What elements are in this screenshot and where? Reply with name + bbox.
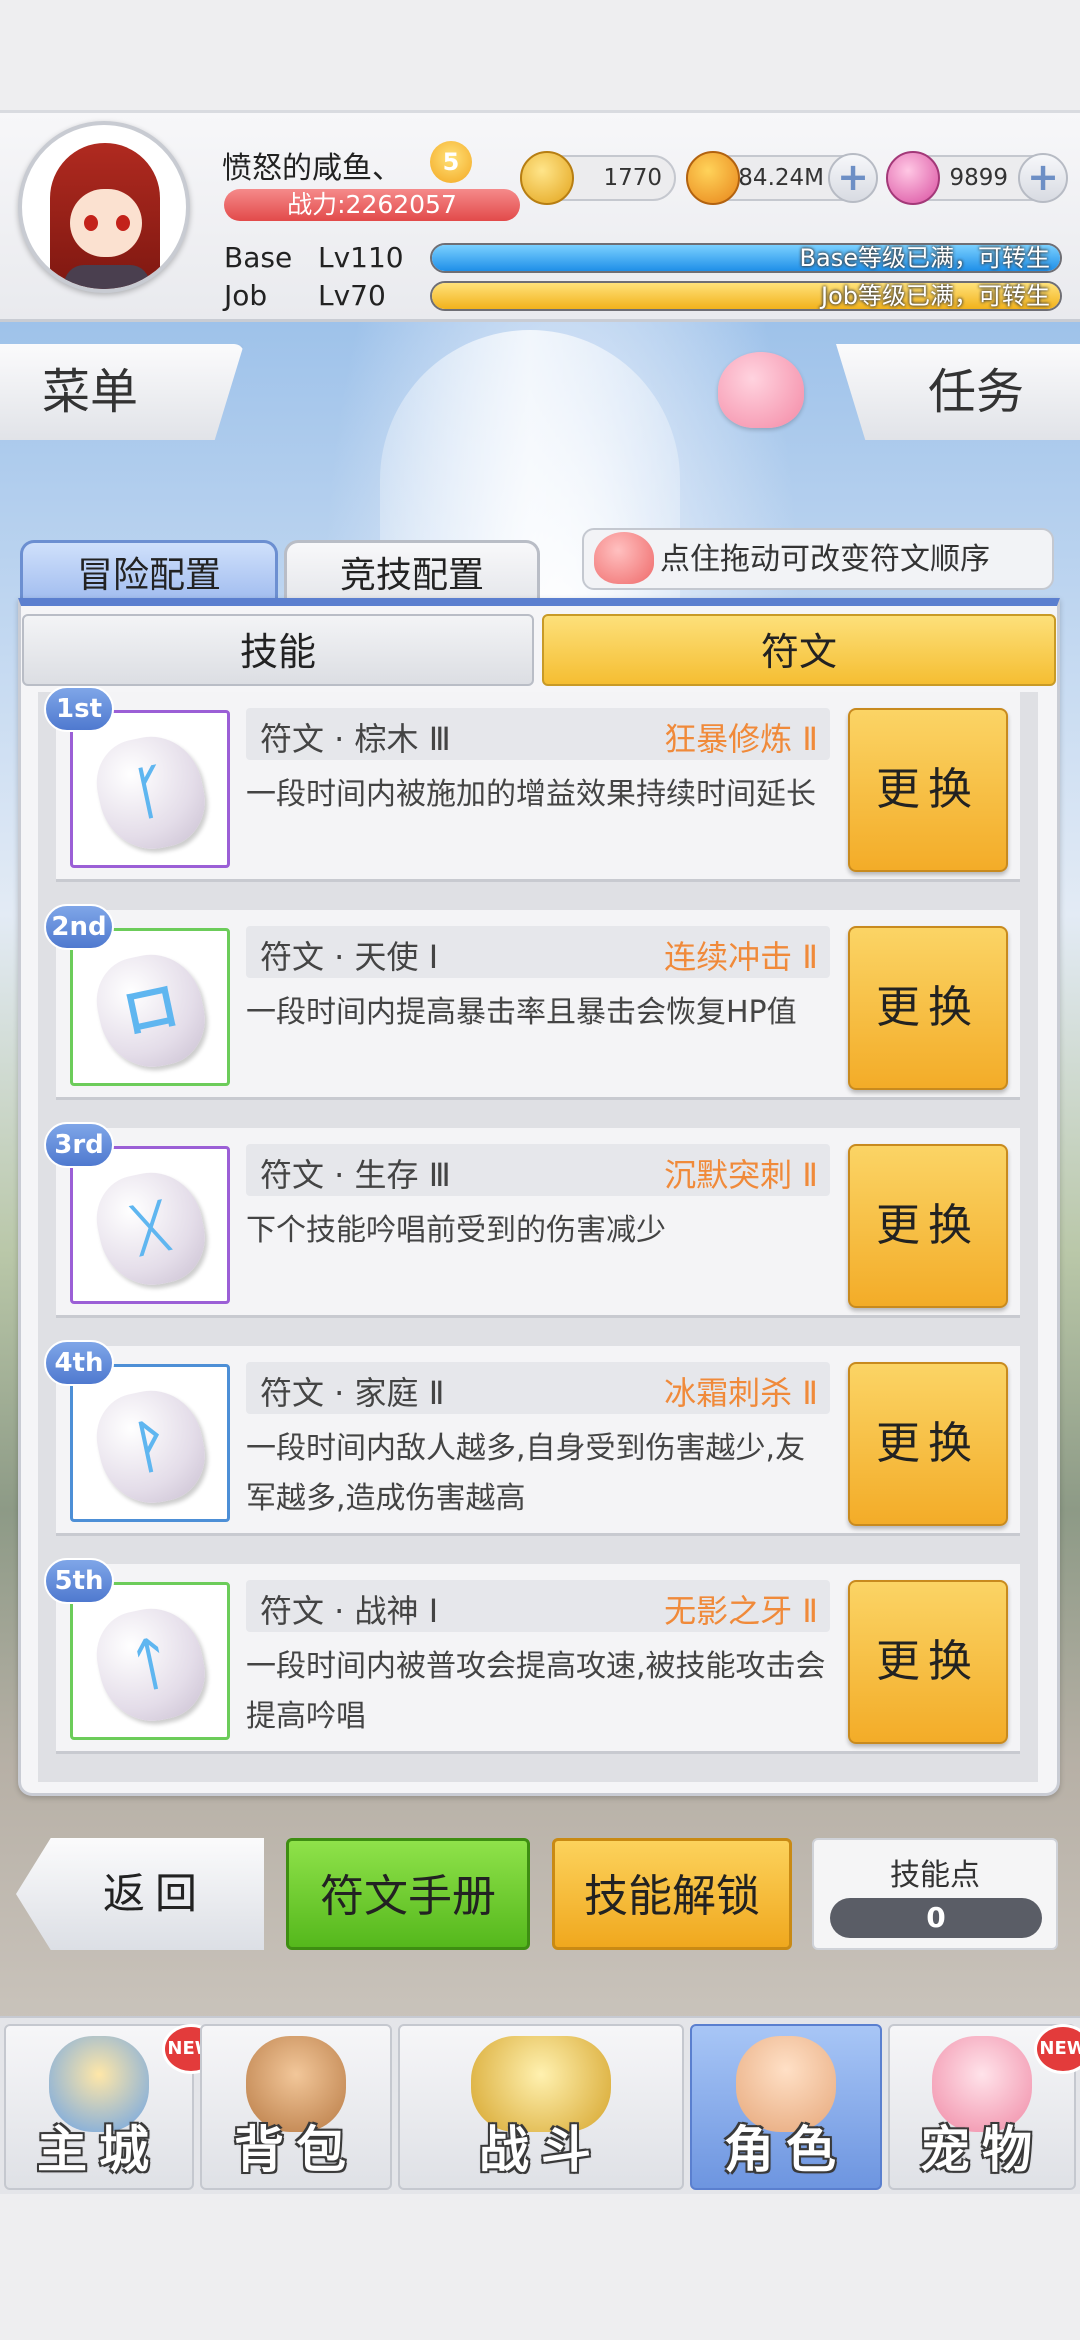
skill-points-label: 技能点 bbox=[890, 1858, 980, 1893]
tab-skills[interactable]: 技能 bbox=[22, 614, 534, 686]
rune-skill: 连续冲击 Ⅱ bbox=[664, 938, 818, 976]
nav-label: 宠物 bbox=[920, 2121, 1044, 2179]
tab-runes[interactable]: 符文 bbox=[542, 614, 1056, 686]
add-gold-button[interactable]: + bbox=[828, 153, 878, 203]
base-exp-bar: Base等级已满，可转生 bbox=[430, 243, 1062, 273]
rune-stone-icon: ᚹ bbox=[88, 1381, 214, 1513]
gem-icon bbox=[886, 151, 940, 205]
rune-name: 符文 · 家庭 Ⅱ bbox=[260, 1374, 445, 1412]
nav-item-main-city[interactable]: 主城 NEW bbox=[4, 2024, 220, 2190]
bottom-nav: 主城 NEW 背包 战斗 角色 宠物 NEW bbox=[0, 2016, 1080, 2194]
nav-label: 背包 bbox=[234, 2121, 358, 2179]
nav-item-character[interactable]: 角色 bbox=[690, 2024, 882, 2190]
change-rune-button[interactable]: 更换 bbox=[848, 708, 1008, 872]
base-level: Lv110 bbox=[318, 241, 404, 274]
bottom-safe-area bbox=[0, 2194, 1080, 2340]
rune-stone-icon: ᚷ bbox=[88, 1163, 214, 1295]
rune-manual-button[interactable]: 符文手册 bbox=[286, 1838, 530, 1950]
rune-row[interactable]: ᚴ 1st 符文 · 棕木 Ⅲ 狂暴修炼 Ⅱ 一段时间内被施加的增益效果持续时间延… bbox=[44, 686, 1020, 882]
rune-row[interactable]: ᚷ 3rd 符文 · 生存 Ⅲ 沉默突刺 Ⅱ 下个技能吟唱前受到的伤害减少 更换 bbox=[44, 1122, 1020, 1318]
rune-row[interactable]: ロ 2nd 符文 · 天使 Ⅰ 连续冲击 Ⅱ 一段时间内提高暴击率且暴击会恢复HP… bbox=[44, 904, 1020, 1100]
rune-description: 下个技能吟唱前受到的伤害减少 bbox=[246, 1213, 666, 1248]
tab-arena-config[interactable]: 竞技配置 bbox=[284, 540, 540, 604]
rune-row[interactable]: ᚹ 4th 符文 · 家庭 Ⅱ 冰霜刺杀 Ⅱ 一段时间内敌人越多,自身受到伤害越少… bbox=[44, 1340, 1020, 1536]
gem-counter: 9899 + bbox=[886, 151, 1068, 205]
change-rune-button[interactable]: 更换 bbox=[848, 1362, 1008, 1526]
base-label: Base bbox=[224, 241, 293, 274]
rune-skill: 冰霜刺杀 Ⅱ bbox=[664, 1374, 818, 1412]
change-rune-button[interactable]: 更换 bbox=[848, 1144, 1008, 1308]
nav-label: 主城 bbox=[37, 2121, 161, 2179]
rune-slot[interactable]: ᚷ bbox=[70, 1146, 230, 1304]
rune-name: 符文 · 天使 Ⅰ bbox=[260, 938, 439, 976]
rune-stone-icon: ᚴ bbox=[88, 727, 214, 859]
rune-stone-icon: ロ bbox=[88, 945, 214, 1077]
vip-badge-icon[interactable]: 5 bbox=[430, 141, 472, 183]
rune-name: 符文 · 棕木 Ⅲ bbox=[260, 720, 451, 758]
rune-rank-badge: 5th bbox=[44, 1558, 114, 1604]
poring-pet-icon[interactable] bbox=[718, 352, 804, 428]
new-badge: NEW bbox=[1034, 2024, 1080, 2074]
rune-slot[interactable]: ᚹ bbox=[70, 1364, 230, 1522]
rune-rank-badge: 2nd bbox=[44, 904, 114, 950]
change-rune-button[interactable]: 更换 bbox=[848, 1580, 1008, 1744]
player-header: 愤怒的咸鱼、 5 战力:2262057 1770 84.24M + 9899 +… bbox=[0, 110, 1080, 322]
quest-button[interactable]: 任务 bbox=[836, 344, 1080, 440]
menu-button[interactable]: 菜单 bbox=[0, 344, 244, 440]
rune-rank-badge: 3rd bbox=[44, 1122, 114, 1168]
tab-adventure-config[interactable]: 冒险配置 bbox=[20, 540, 278, 604]
add-gem-button[interactable]: + bbox=[1018, 153, 1068, 203]
rune-description: 一段时间内敌人越多,自身受到伤害越少,友军越多,造成伤害越高 bbox=[246, 1431, 806, 1516]
job-exp-bar: Job等级已满，可转生 bbox=[430, 281, 1062, 311]
gold-pouch-icon bbox=[686, 151, 740, 205]
rune-name: 符文 · 生存 Ⅲ bbox=[260, 1156, 451, 1194]
rune-row[interactable]: ᛏ 5th 符文 · 战神 Ⅰ 无影之牙 Ⅱ 一段时间内被普攻会提高攻速,被技能攻… bbox=[44, 1558, 1020, 1754]
rune-skill: 沉默突刺 Ⅱ bbox=[664, 1156, 818, 1194]
rune-rank-badge: 4th bbox=[44, 1340, 114, 1386]
player-avatar[interactable] bbox=[18, 121, 190, 293]
job-exp-text: Job等级已满，可转生 bbox=[821, 282, 1050, 310]
skill-points-box: 技能点 0 bbox=[812, 1838, 1058, 1950]
nav-label: 战斗 bbox=[479, 2121, 603, 2179]
gold-counter: 84.24M + bbox=[686, 151, 878, 205]
skill-unlock-button[interactable]: 技能解锁 bbox=[552, 1838, 792, 1950]
rune-name: 符文 · 战神 Ⅰ bbox=[260, 1592, 439, 1630]
zeny-value: 1770 bbox=[603, 165, 662, 191]
rune-slot[interactable]: ロ bbox=[70, 928, 230, 1086]
rune-slot[interactable]: ᚴ bbox=[70, 710, 230, 868]
gem-value: 9899 bbox=[949, 165, 1008, 191]
back-button[interactable]: 返回 bbox=[16, 1838, 264, 1950]
job-level: Lv70 bbox=[318, 279, 386, 312]
zeny-coin-icon bbox=[520, 151, 574, 205]
skill-points-value: 0 bbox=[830, 1898, 1042, 1938]
base-exp-text: Base等级已满，可转生 bbox=[799, 244, 1050, 272]
rune-list[interactable]: ᚴ 1st 符文 · 棕木 Ⅲ 狂暴修炼 Ⅱ 一段时间内被施加的增益效果持续时间延… bbox=[38, 686, 1038, 1782]
rune-skill: 狂暴修炼 Ⅱ bbox=[664, 720, 818, 758]
nav-label: 角色 bbox=[724, 2121, 848, 2179]
rune-description: 一段时间内被施加的增益效果持续时间延长 bbox=[246, 777, 816, 812]
rune-stone-icon: ᛏ bbox=[88, 1599, 214, 1731]
rune-rank-badge: 1st bbox=[44, 686, 114, 732]
zeny-counter: 1770 bbox=[520, 151, 676, 205]
rune-description: 一段时间内提高暴击率且暴击会恢复HP值 bbox=[246, 995, 797, 1030]
job-label: Job bbox=[224, 279, 268, 312]
combat-power: 战力:2262057 bbox=[224, 189, 520, 221]
nav-item-pet[interactable]: 宠物 NEW bbox=[888, 2024, 1080, 2190]
hint-poring-icon bbox=[594, 532, 654, 584]
rune-slot[interactable]: ᛏ bbox=[70, 1582, 230, 1740]
nav-item-backpack[interactable]: 背包 bbox=[200, 2024, 392, 2190]
nav-item-battle[interactable]: 战斗 bbox=[398, 2024, 684, 2190]
rune-description: 一段时间内被普攻会提高攻速,被技能攻击会提高吟唱 bbox=[246, 1649, 826, 1734]
player-name: 愤怒的咸鱼、 bbox=[222, 151, 402, 186]
rune-skill: 无影之牙 Ⅱ bbox=[664, 1592, 818, 1630]
change-rune-button[interactable]: 更换 bbox=[848, 926, 1008, 1090]
gold-value: 84.24M bbox=[738, 165, 824, 191]
